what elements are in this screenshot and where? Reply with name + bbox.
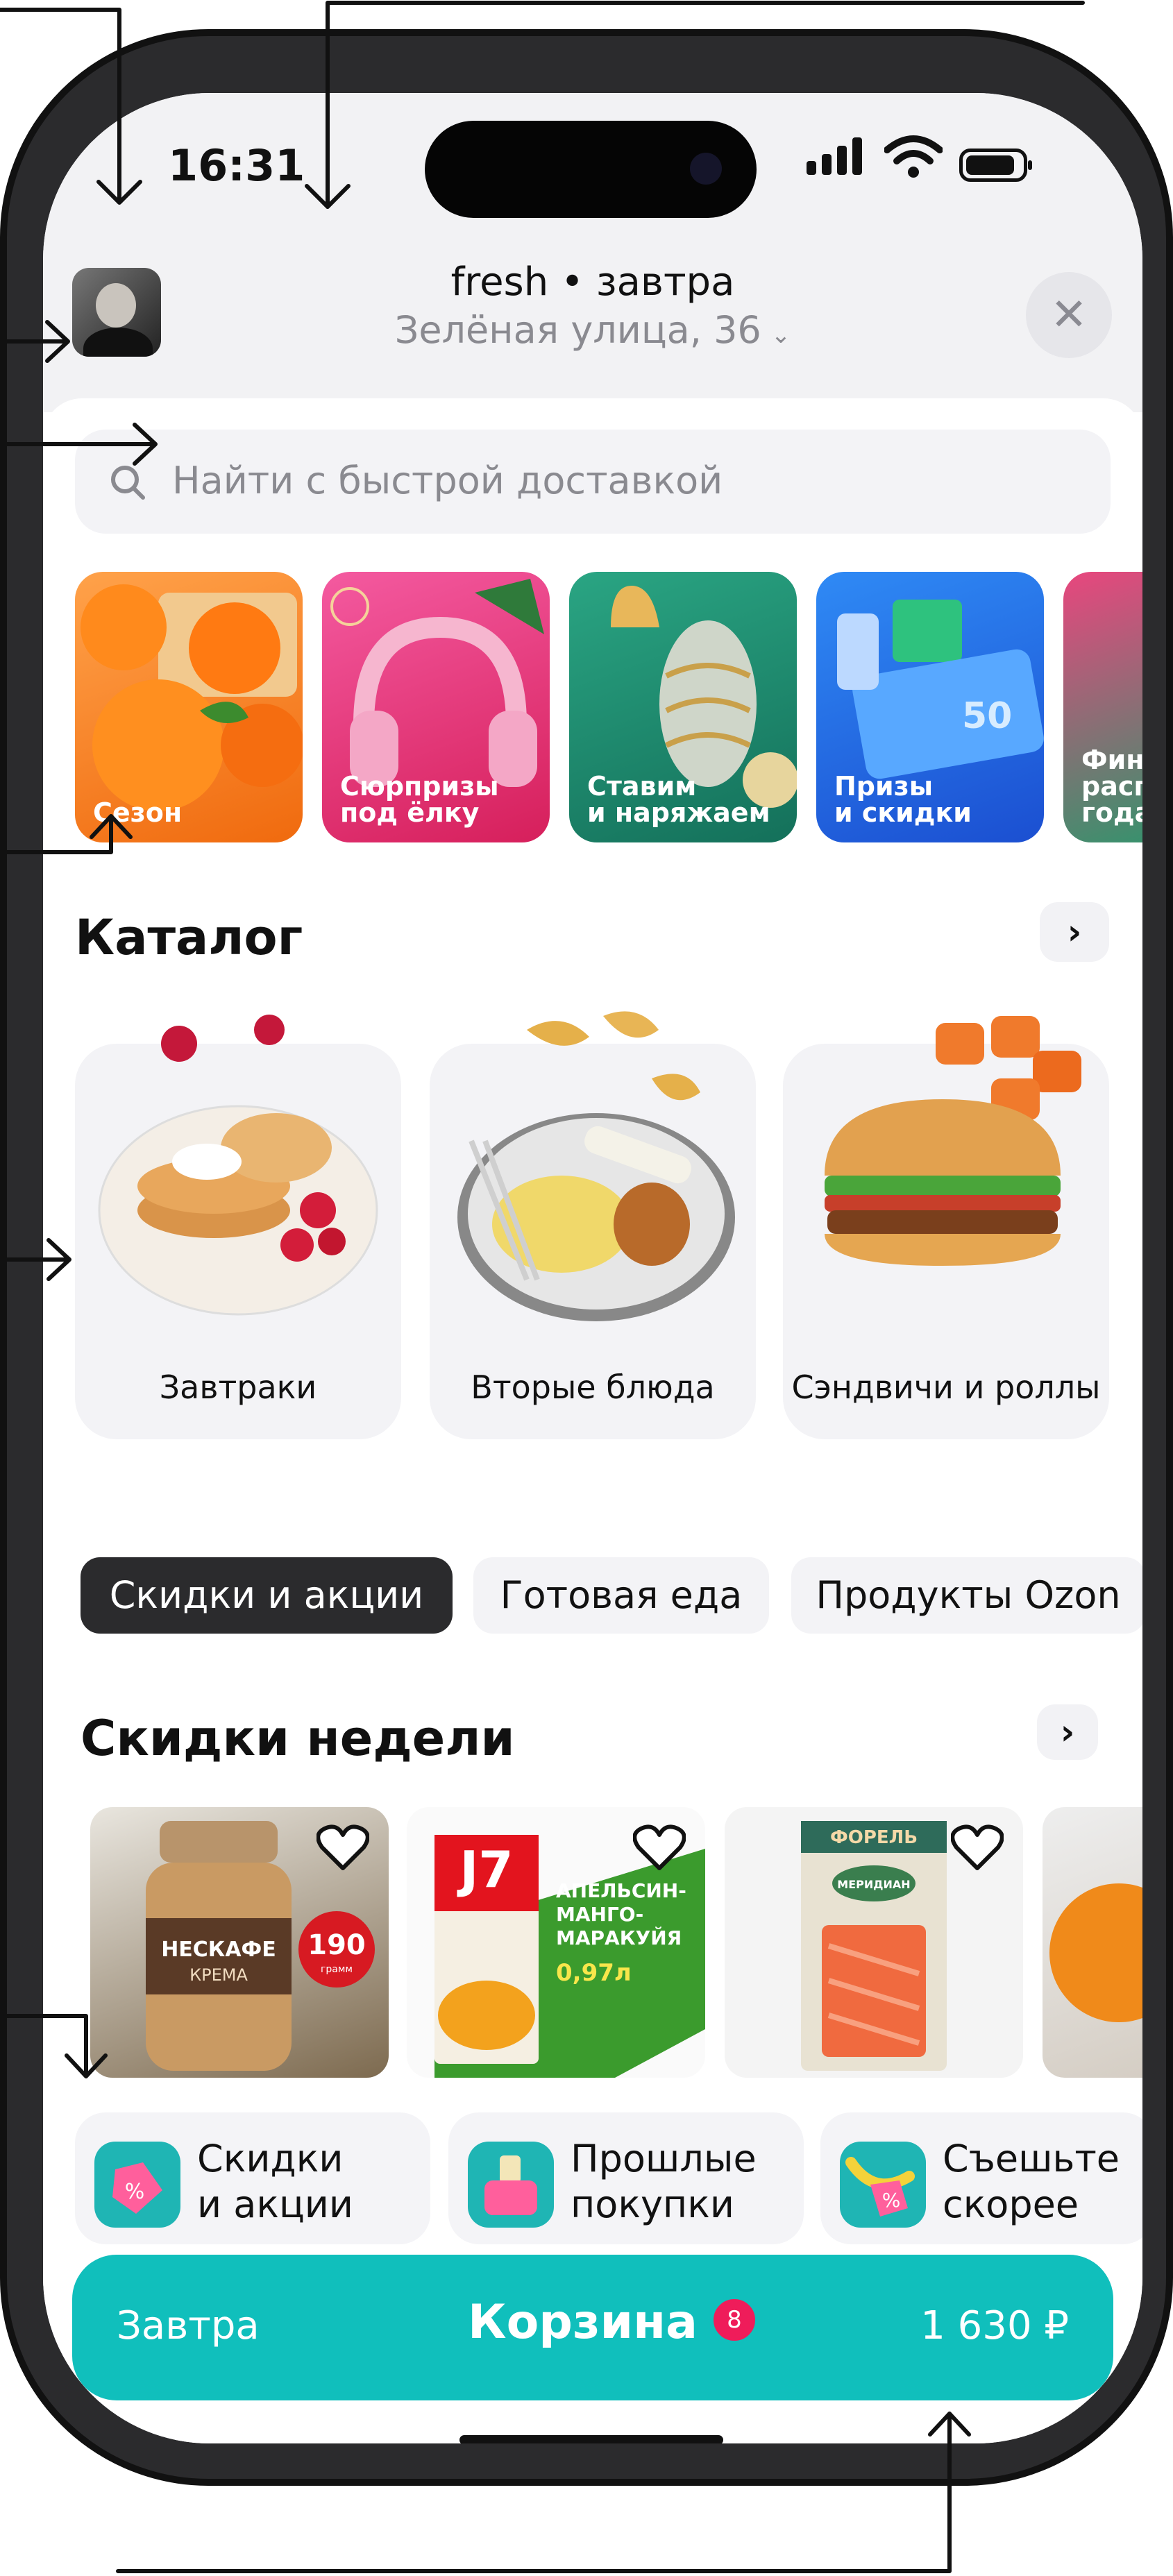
camera-icon	[690, 153, 722, 185]
svg-text:%: %	[882, 2189, 901, 2212]
catalog-card[interactable]: Вторые блюда	[430, 1011, 756, 1439]
chevron-right-icon: ›	[1060, 1712, 1075, 1752]
catalog-card[interactable]: Завтраки	[75, 1015, 401, 1439]
product-volume: 0,97л	[556, 1959, 632, 1987]
quick-link-label: Прошлые покупки	[571, 2137, 757, 2226]
search-icon	[111, 466, 145, 500]
home-indicator[interactable]	[459, 2435, 723, 2443]
quick-link-discounts[interactable]: % Скидки и акции	[75, 2112, 430, 2244]
product-brand: ФОРЕЛЬ	[830, 1827, 918, 1848]
service-title[interactable]: fresh • завтра	[43, 260, 1142, 305]
cart-total: 1 630 ₽	[920, 2303, 1069, 2348]
delivery-day: Завтра	[117, 2303, 260, 2348]
catalog-card-label: Вторые блюда	[471, 1368, 715, 1406]
product-weight-unit: грамм	[321, 1964, 353, 1975]
status-time: 16:31	[168, 140, 305, 191]
product-maker: МЕРИДИАН	[837, 1878, 910, 1891]
chip-ozon-products[interactable]: Продукты Ozon	[791, 1557, 1142, 1634]
address-text: Зелёная улица, 36	[394, 308, 761, 352]
catalog-card[interactable]: Сэндвичи и роллы	[783, 1016, 1109, 1439]
shopping-basket-icon	[468, 2142, 554, 2228]
orange-image	[1049, 1883, 1142, 2022]
catalog-card-label: Завтраки	[159, 1368, 317, 1406]
story-label: Сюрпризы под ёлку	[340, 771, 499, 828]
story-label: Сезон	[93, 797, 183, 828]
burger-illustration	[825, 1016, 1081, 1266]
cart-count-badge: 8	[711, 2296, 758, 2344]
quick-link-label: Скидки и акции	[197, 2137, 353, 2226]
story-label: Призы и скидки	[834, 771, 972, 828]
product-weight-value: 190	[307, 1929, 366, 1961]
discount-tag-icon: %	[94, 2142, 180, 2228]
chevron-down-icon: ⌄	[770, 321, 791, 349]
search-input[interactable]: Найти с быстрой доставкой	[75, 430, 1111, 534]
story-label: Ставим и наряжаем	[587, 771, 770, 828]
battery-icon	[959, 149, 1032, 182]
product-card[interactable]	[1043, 1807, 1142, 2078]
catalog-more-button[interactable]: ›	[1040, 902, 1109, 962]
chevron-right-icon: ›	[1067, 912, 1082, 952]
close-button[interactable]: ✕	[1026, 272, 1112, 358]
breakfast-illustration	[98, 1015, 378, 1316]
quick-link-label: Съешьте скорее	[943, 2137, 1120, 2226]
cart-title: Корзина	[468, 2295, 698, 2350]
story-card[interactable]: 50 Призы и скидки	[816, 572, 1044, 842]
wifi-icon	[884, 135, 943, 178]
heart-icon[interactable]	[951, 1824, 1004, 1872]
story-card[interactable]: Сезон	[75, 572, 303, 842]
product-card[interactable]: ФОРЕЛЬ МЕРИДИАН	[725, 1807, 1023, 2078]
svg-text:50: 50	[962, 695, 1012, 737]
product-brand: НЕСКАФЕ	[161, 1938, 276, 1962]
search-placeholder: Найти с быстрой доставкой	[172, 459, 723, 502]
weekly-discounts-title: Скидки недели	[81, 1710, 515, 1767]
story-card[interactable]: Сюрпризы под ёлку	[322, 572, 550, 842]
banana-discount-icon: %	[840, 2142, 926, 2228]
heart-icon[interactable]	[317, 1824, 369, 1872]
stories-carousel[interactable]: Сезон Сюрпризы под ёлку Ставим и наряжае…	[75, 572, 1142, 842]
product-brand: J7	[457, 1840, 514, 1899]
product-card[interactable]: J7 АПЕЛЬСИН-МАНГО-МАРАКУЙЯ 0,97л	[407, 1807, 705, 2078]
quick-link-eat-soon[interactable]: % Съешьте скорее	[820, 2112, 1142, 2244]
product-card[interactable]: НЕСКАФЕ КРЕМА 190 грамм	[90, 1807, 389, 2078]
product-subbrand: КРЕМА	[189, 1965, 248, 1985]
svg-text:%: %	[125, 2180, 145, 2204]
phone-frame: 16:31 fresh • завтра Зелёная улица, 36 ⌄ …	[0, 29, 1173, 2486]
heart-icon[interactable]	[633, 1824, 686, 1872]
story-label: Фин расп года	[1081, 745, 1142, 828]
catalog-title: Каталог	[75, 909, 303, 966]
address-selector[interactable]: Зелёная улица, 36 ⌄	[43, 308, 1142, 352]
quick-link-past-purchases[interactable]: Прошлые покупки	[448, 2112, 804, 2244]
chip-discounts[interactable]: Скидки и акции	[81, 1557, 453, 1634]
close-icon: ✕	[1050, 289, 1088, 341]
catalog-card-label: Сэндвичи и роллы	[791, 1368, 1101, 1406]
chip-ready-food[interactable]: Готовая еда	[473, 1557, 769, 1634]
story-card[interactable]: Ставим и наряжаем	[569, 572, 797, 842]
cart-button[interactable]: Завтра Корзина 8 1 630 ₽	[72, 2255, 1113, 2400]
phone-screen: 16:31 fresh • завтра Зелёная улица, 36 ⌄ …	[43, 93, 1142, 2443]
story-card[interactable]: Фин расп года	[1063, 572, 1142, 842]
weekly-more-button[interactable]: ›	[1037, 1704, 1098, 1760]
main-dish-illustration	[457, 1011, 735, 1321]
dynamic-island	[425, 121, 757, 218]
